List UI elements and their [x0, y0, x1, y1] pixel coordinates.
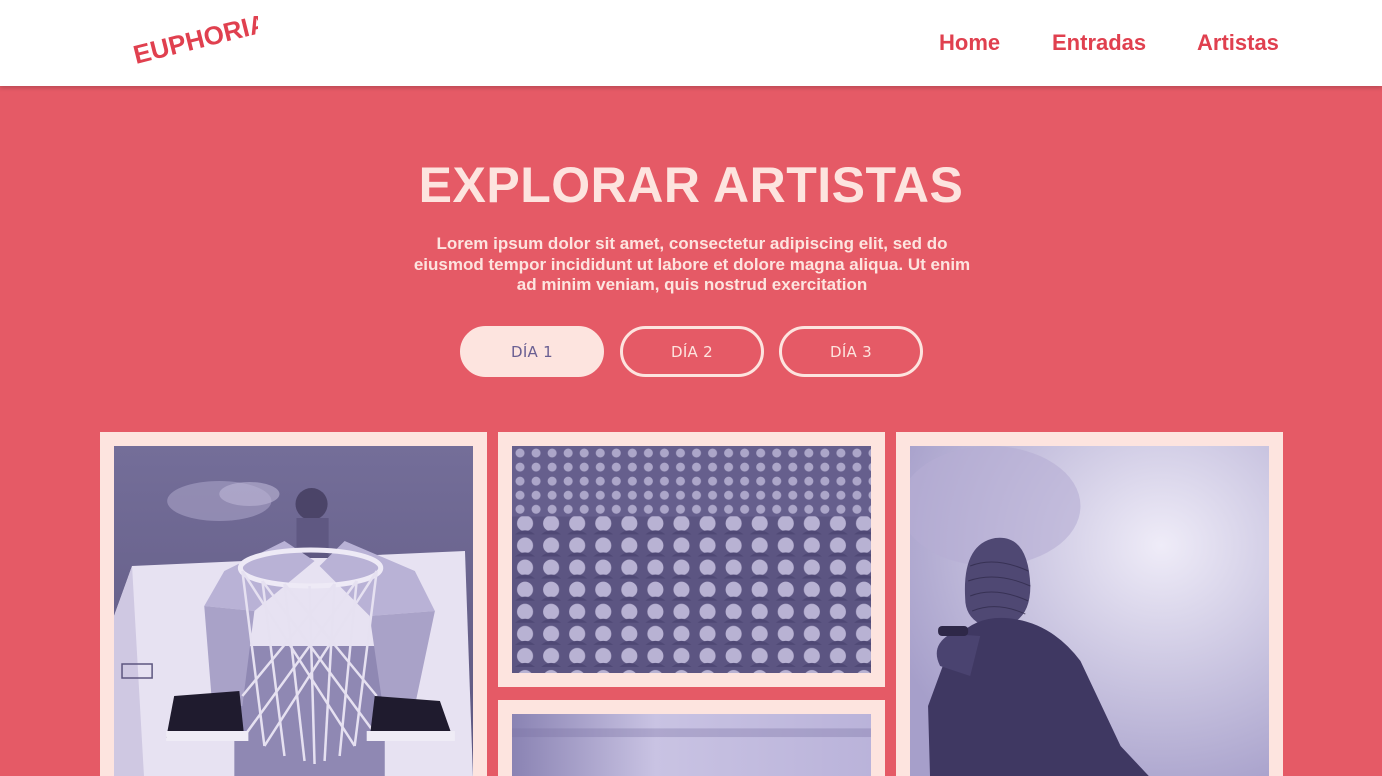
artist-photo-blurred-image — [512, 714, 871, 776]
euphoria-logo[interactable]: EUPHORIA — [130, 7, 271, 72]
crowd-photo — [512, 446, 871, 673]
svg-text:EUPHORIA: EUPHORIA — [133, 16, 258, 70]
artist-card[interactable] — [896, 432, 1283, 776]
artist-photo-basketball — [114, 446, 473, 776]
artist-photo-blurred — [512, 714, 871, 776]
top-navbar: EUPHORIA Home Entradas Artistas — [0, 0, 1382, 86]
nav-link-home[interactable]: Home — [939, 30, 1000, 56]
crowd-photo-image — [512, 446, 871, 673]
artist-photo-performer — [910, 446, 1269, 776]
day-1-button[interactable]: DÍA 1 — [460, 326, 604, 377]
hero-description: Lorem ipsum dolor sit amet, consectetur … — [413, 234, 971, 294]
nav-link-entradas[interactable]: Entradas — [1052, 30, 1146, 56]
artist-card[interactable] — [100, 432, 487, 776]
artist-card[interactable] — [498, 432, 885, 687]
nav-link-artistas[interactable]: Artistas — [1197, 30, 1279, 56]
day-2-button[interactable]: DÍA 2 — [620, 326, 764, 377]
page-title: EXPLORAR ARTISTAS — [418, 157, 964, 213]
day-3-button[interactable]: DÍA 3 — [779, 326, 923, 377]
logo-wordmark: EUPHORIA — [130, 7, 271, 70]
artist-photo-image — [114, 446, 473, 776]
artist-photo-performer-image — [910, 446, 1269, 776]
artist-card[interactable] — [498, 700, 885, 776]
